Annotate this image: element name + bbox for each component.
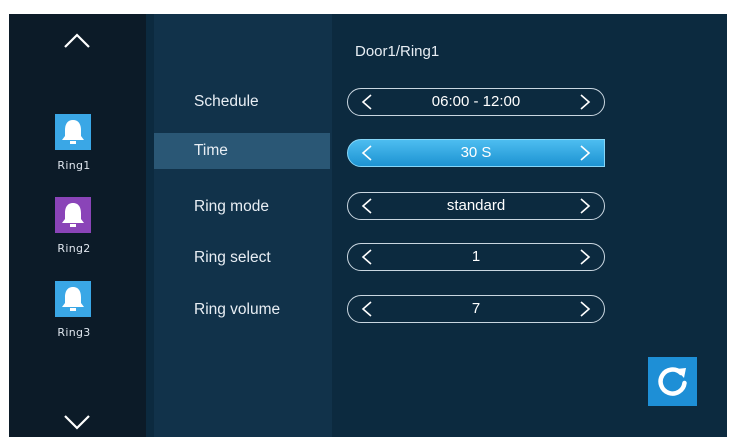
refresh-button[interactable] (648, 357, 697, 406)
ring-rail: Ring1 Ring2 Ring3 (9, 14, 146, 437)
time-value: 30 S (460, 144, 492, 161)
chevron-right-icon[interactable] (578, 93, 592, 111)
chevron-left-icon[interactable] (360, 93, 374, 111)
ring-select-selector[interactable]: 1 (347, 243, 605, 271)
ring-volume-selector[interactable]: 7 (347, 295, 605, 323)
chevron-up-icon[interactable] (61, 30, 93, 52)
chevron-right-icon[interactable] (578, 248, 592, 266)
bell-icon (55, 281, 91, 317)
ring-select-value: 1 (471, 248, 481, 265)
chevron-right-icon[interactable] (578, 197, 592, 215)
menu-item-ring-volume[interactable]: Ring volume (154, 292, 330, 328)
chevron-left-icon[interactable] (360, 248, 374, 266)
ring-item-label: Ring2 (57, 242, 91, 255)
page-title: Door1/Ring1 (355, 43, 440, 60)
chevron-right-icon[interactable] (578, 144, 592, 162)
refresh-icon (658, 367, 687, 396)
ring-item-ring1[interactable]: Ring1 (43, 114, 113, 180)
menu-item-ring-select[interactable]: Ring select (154, 240, 330, 276)
chevron-down-icon[interactable] (61, 411, 93, 433)
ring-item-ring3[interactable]: Ring3 (43, 281, 113, 347)
ring-mode-selector[interactable]: standard (347, 192, 605, 220)
menu-item-schedule[interactable]: Schedule (154, 84, 330, 120)
chevron-right-icon[interactable] (578, 300, 592, 318)
schedule-selector[interactable]: 06:00 - 12:00 (347, 88, 605, 116)
settings-menu: Schedule Time Ring mode Ring select Ring… (154, 14, 332, 437)
bell-icon (55, 114, 91, 150)
chevron-left-icon[interactable] (360, 144, 374, 162)
ring-item-label: Ring1 (57, 159, 91, 172)
schedule-value: 06:00 - 12:00 (431, 93, 521, 110)
time-selector[interactable]: 30 S (347, 139, 605, 167)
chevron-left-icon[interactable] (360, 197, 374, 215)
menu-item-time[interactable]: Time (154, 133, 330, 169)
chevron-left-icon[interactable] (360, 300, 374, 318)
ring-mode-value: standard (446, 197, 506, 214)
screen: Ring1 Ring2 Ring3 Schedule Time Ring mod… (9, 14, 727, 437)
menu-item-ring-mode[interactable]: Ring mode (154, 189, 330, 225)
ring-item-ring2[interactable]: Ring2 (43, 197, 113, 263)
ring-item-label: Ring3 (57, 326, 91, 339)
ring-volume-value: 7 (471, 300, 481, 317)
bell-icon (55, 197, 91, 233)
